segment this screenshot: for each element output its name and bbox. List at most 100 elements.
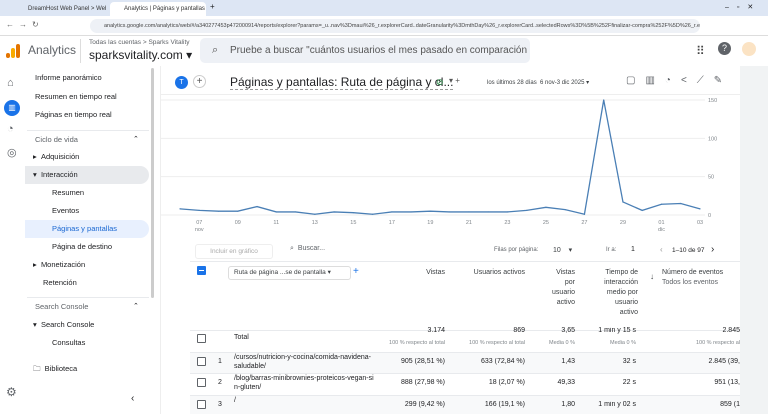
breadcrumb[interactable]: Todas las cuentas > Sparks Vitality [89,39,190,46]
data-point [314,214,315,215]
data-point [256,206,257,207]
section-lifecycle[interactable]: Ciclo de vida [35,131,78,149]
nav-item-realtime-pages[interactable]: Páginas en tiempo real [35,106,112,124]
cell-3: 1 min y 02 s [576,401,636,408]
column-header-views[interactable]: Vistas [380,268,445,278]
page-path-link[interactable]: /blog/barras-minibrownies-proteicos-vega… [234,374,374,392]
browser-tab[interactable]: DreamHost Web Panel > Web [14,2,106,16]
x-tick-label: 07 [196,220,202,226]
data-point [661,204,662,205]
add-comparison-button[interactable]: + [193,75,206,88]
report-toolbar[interactable]: ▢▥◔<⟋✎ [626,75,732,86]
nav-item-realtime[interactable]: Resumen en tiempo real [35,88,117,106]
new-tab-button[interactable]: + [210,2,215,11]
avatar[interactable] [742,42,756,56]
chevron-up-icon[interactable]: ⌃ [133,298,139,316]
next-page-button[interactable]: › [711,244,714,255]
column-header-events[interactable]: Número de eventosTodos los eventos [662,268,740,288]
sidebar-scrollbar[interactable] [151,68,154,298]
collapse-nav-chevron-icon[interactable]: ‹ [131,390,134,408]
chevron-up-icon[interactable]: ⌃ [133,131,139,149]
cell-2: 49,33 [515,379,575,386]
nav-item-retention[interactable]: Retención [43,274,77,292]
nav-item-landing-page[interactable]: Página de destino [52,238,112,256]
y-tick-label: 50 [708,175,714,181]
settings-gear-icon[interactable]: ⚙ [6,386,17,398]
data-point [430,211,431,212]
browser-tab-active[interactable]: Analytics | Páginas y pantallas [110,2,206,16]
section-search-console[interactable]: Search Console [35,298,88,316]
share-icon[interactable]: < [681,75,697,86]
data-point [391,211,392,212]
y-tick-label: 150 [708,98,717,104]
cell-0: 905 (28,51 %) [385,358,445,365]
nav-item-pages-screens[interactable]: Páginas y pantallas [52,220,117,238]
y-tick-label: 100 [708,136,717,142]
nav-item-queries[interactable]: Consultas [52,334,85,352]
x-tick-label: 19 [427,220,433,226]
row-number: 1 [218,358,222,365]
nav-item-engagement[interactable]: ▾ Interacción [33,166,78,184]
total-label: Total [234,334,249,341]
nav-item-library[interactable]: 🗀 Biblioteca [33,360,77,378]
prev-page-button[interactable]: ‹ [660,245,663,254]
apps-grid-icon[interactable]: ⠿ [696,44,705,58]
url-input[interactable]: analytics.google.com/analytics/web/#/a34… [90,19,700,33]
row-checkbox[interactable] [197,334,206,343]
nav-item-events[interactable]: Eventos [52,202,79,220]
page-title[interactable]: Páginas y pantallas: Ruta de página y cl… [230,75,453,90]
advertising-icon[interactable]: ◎ [7,148,17,159]
data-point [622,201,623,202]
note-icon[interactable]: ▢ [626,75,645,86]
x-tick-sublabel: nov [195,227,204,233]
nav-item-summary[interactable]: Resumen [52,184,84,202]
window-controls[interactable]: –▫✕ [725,3,761,11]
add-filter-button[interactable]: ▾ + [449,76,460,85]
x-tick-label: 25 [543,220,549,226]
add-dimension-button[interactable]: + [353,266,359,277]
explore-icon[interactable]: ◔ [7,124,14,135]
nav-item-acquisition[interactable]: ▸ Adquisición [33,148,79,166]
edit-pencil-icon[interactable]: ✎ [714,75,732,86]
cell-0: 299 (9,42 %) [385,401,445,408]
insights-icon[interactable]: ◔ [665,75,681,86]
y-tick-label: 0 [708,213,711,219]
comparison-avatar[interactable]: T [175,76,188,89]
trend-icon[interactable]: ⟋ [697,75,714,86]
nav-item-search-console[interactable]: ▾ Search Console [33,316,94,334]
x-tick-sublabel: dic [658,227,665,233]
property-selector[interactable]: sparksvitality.com ▾ [89,48,192,62]
nav-buttons[interactable]: ←→↻ [6,20,44,29]
browser-tab-bar: DreamHost Web Panel > Web Analytics | Pá… [0,0,768,16]
data-point [584,214,585,215]
row-checkbox[interactable] [197,378,206,387]
row-checkbox[interactable] [197,400,206,409]
nav-item-monetization[interactable]: ▸ Monetización [33,256,85,274]
reports-icon[interactable]: ▥ [4,100,20,116]
column-header-views-per-user[interactable]: Vistas por usuario activo [550,268,575,308]
column-header-engagement-time[interactable]: Tiempo de interacción medio por usuario … [596,268,638,318]
page-path-link[interactable]: / [234,396,374,405]
goto-input[interactable]: 1 [631,246,635,253]
total-sub: Media 0 % [505,340,575,346]
nav-item-overview[interactable]: Informe panorámico [35,69,102,87]
date-range-selector[interactable]: los últimos 28 días 6 nov-3 dic 2025 ▾ [487,79,589,86]
rows-per-page-select[interactable]: 10 ▾ [553,246,572,254]
sort-down-arrow-icon[interactable]: ↓ [650,272,654,281]
dimension-selector[interactable]: Ruta de página ...se de pantalla ▾ [228,266,351,280]
data-point [179,208,180,209]
cell-4: 2.845 (39, [660,358,740,365]
home-icon[interactable]: ⌂ [7,78,14,89]
x-tick-label: 27 [581,220,587,226]
page-path-link[interactable]: /cursos/nutricion-y-cocina/comida-navide… [234,353,374,371]
table-search-input[interactable]: ⌕ Buscar... [290,245,325,253]
compare-icon[interactable]: ▥ [645,75,664,86]
search-input[interactable]: ⌕Pruebe a buscar "cuántos usuarios el me… [200,38,530,63]
include-in-chart-button[interactable]: Incluir en gráfico [195,244,273,259]
help-icon[interactable]: ? [718,42,731,55]
data-point [488,211,489,212]
row-checkbox[interactable] [197,357,206,366]
select-all-checkbox[interactable] [197,266,206,275]
cell-3: 22 s [576,379,636,386]
column-header-active-users[interactable]: Usuarios activos [455,268,525,278]
